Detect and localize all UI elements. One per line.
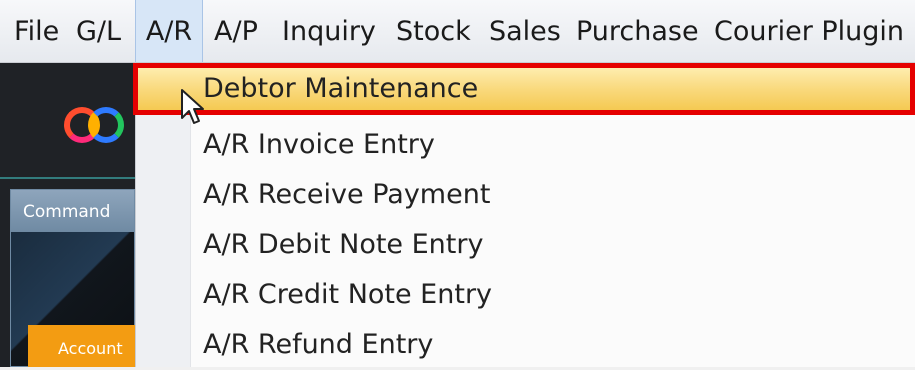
menu-item-label: A/R Credit Note Entry — [203, 279, 493, 310]
menu-item-label: A/R Invoice Entry — [203, 129, 435, 160]
menu-stock[interactable]: Stock — [396, 0, 471, 62]
menu-inquiry[interactable]: Inquiry — [282, 0, 376, 62]
menu-courier-plugin[interactable]: Courier Plugin — [714, 0, 904, 62]
highlight-outline — [133, 63, 915, 115]
menu-ap[interactable]: A/P — [214, 0, 258, 62]
menu-item-ar-debit-note-entry[interactable]: A/R Debit Note Entry — [136, 220, 915, 270]
menu-item-label: A/R Refund Entry — [203, 329, 434, 360]
command-panel-title: Command — [11, 190, 134, 232]
menu-bar: File G/L A/R A/P Inquiry Stock Sales Pur… — [0, 0, 915, 63]
menu-item-ar-receive-payment[interactable]: A/R Receive Payment — [136, 170, 915, 220]
app-logo — [64, 105, 134, 145]
menu-ar[interactable]: A/R — [135, 0, 203, 62]
mouse-cursor-icon — [181, 89, 204, 124]
menu-sales[interactable]: Sales — [489, 0, 561, 62]
menu-purchase[interactable]: Purchase — [576, 0, 699, 62]
divider-line — [0, 177, 135, 179]
menu-item-ar-refund-entry[interactable]: A/R Refund Entry — [136, 320, 915, 370]
logo-ring-right — [88, 107, 124, 143]
menu-item-label: A/R Debit Note Entry — [203, 229, 484, 260]
account-button[interactable]: Account — [28, 325, 135, 367]
menu-file[interactable]: File — [14, 0, 59, 62]
menu-item-ar-credit-note-entry[interactable]: A/R Credit Note Entry — [136, 270, 915, 320]
app-background: Command Account — [0, 63, 135, 367]
menu-item-ar-invoice-entry[interactable]: A/R Invoice Entry — [136, 120, 915, 170]
menu-gl[interactable]: G/L — [76, 0, 121, 62]
menu-item-label: A/R Receive Payment — [203, 179, 491, 210]
